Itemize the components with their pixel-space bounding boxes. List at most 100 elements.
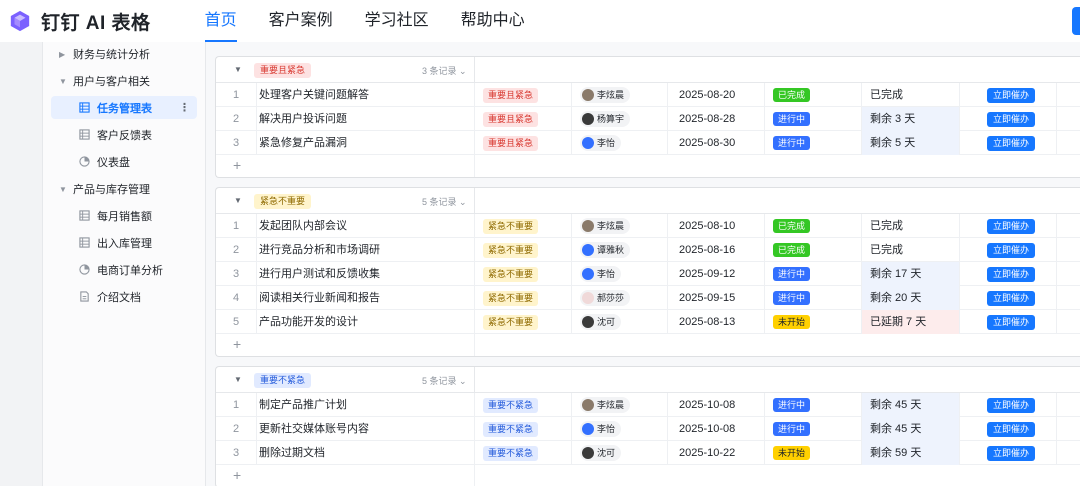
due-date[interactable]: 2025-08-28 (667, 107, 764, 131)
caret-down-icon[interactable]: ▼ (234, 196, 242, 205)
urge-button[interactable]: 立即催办 (987, 135, 1036, 151)
due-date[interactable]: 2025-10-08 (667, 393, 764, 417)
empty-cell[interactable] (1056, 107, 1080, 131)
empty-cell[interactable] (1056, 286, 1080, 310)
plus-icon[interactable]: + (233, 336, 241, 352)
task-title[interactable]: 阅读相关行业新闻和报告 (256, 286, 474, 310)
priority-cell[interactable]: 重要且紧急 (474, 131, 571, 155)
task-title[interactable]: 更新社交媒体账号内容 (256, 417, 474, 441)
priority-cell[interactable]: 重要且紧急 (474, 83, 571, 107)
due-date[interactable]: 2025-10-22 (667, 441, 764, 465)
record-count[interactable]: 5 条记录 ⌄ (422, 374, 467, 387)
due-date[interactable]: 2025-08-16 (667, 238, 764, 262)
priority-cell[interactable]: 重要不紧急 (474, 393, 571, 417)
urge-button[interactable]: 立即催办 (987, 87, 1036, 103)
table-row[interactable]: 1 处理客户关键问题解答 重要且紧急 李炫晨 2025-08-20 已完成 已完成 立即催办 (216, 83, 1080, 107)
nav-help-center[interactable]: 帮助中心 (461, 0, 525, 42)
record-count[interactable]: 5 条记录 ⌄ (422, 195, 467, 208)
due-date[interactable]: 2025-09-12 (667, 262, 764, 286)
due-date[interactable]: 2025-08-10 (667, 214, 764, 238)
owner-cell[interactable]: 沈可 (571, 310, 667, 334)
record-count[interactable]: 3 条记录 ⌄ (422, 64, 467, 77)
remaining-days[interactable]: 剩余 17 天 (861, 262, 959, 286)
table-row[interactable]: 2 进行竞品分析和市场调研 紧急不重要 谭雅秋 2025-08-16 已完成 已完成 立即催办 (216, 238, 1080, 262)
sidebar-item-dashboard[interactable]: 仪表盘 (51, 150, 197, 173)
priority-cell[interactable]: 紧急不重要 (474, 286, 571, 310)
table-row[interactable]: 1 制定产品推广计划 重要不紧急 李炫晨 2025-10-08 进行中 剩余 45 天 立即催… (216, 393, 1080, 417)
due-date[interactable]: 2025-08-20 (667, 83, 764, 107)
logo[interactable]: 钉钉 AI 表格 (9, 8, 151, 35)
caret-down-icon[interactable]: ▼ (234, 65, 242, 74)
status-cell[interactable]: 进行中 (764, 393, 861, 417)
urge-button[interactable]: 立即催办 (987, 242, 1036, 258)
priority-cell[interactable]: 重要不紧急 (474, 441, 571, 465)
owner-cell[interactable]: 杨算宇 (571, 107, 667, 131)
remaining-days[interactable]: 剩余 45 天 (861, 417, 959, 441)
due-date[interactable]: 2025-08-13 (667, 310, 764, 334)
plus-icon[interactable]: + (233, 157, 241, 173)
urge-button[interactable]: 立即催办 (987, 111, 1036, 127)
owner-cell[interactable]: 李炫晨 (571, 393, 667, 417)
urge-button[interactable]: 立即催办 (987, 290, 1036, 306)
task-title[interactable]: 紧急修复产品漏洞 (256, 131, 474, 155)
urge-button[interactable]: 立即催办 (987, 314, 1036, 330)
due-date[interactable]: 2025-10-08 (667, 417, 764, 441)
task-title[interactable]: 制定产品推广计划 (256, 393, 474, 417)
sidebar-item-ecommerce-analysis[interactable]: 电商订单分析 (51, 258, 197, 281)
due-date[interactable]: 2025-09-15 (667, 286, 764, 310)
sidebar-group-users[interactable]: ▼ 用户与客户相关 (59, 73, 150, 89)
status-cell[interactable]: 进行中 (764, 262, 861, 286)
table-row[interactable]: 3 进行用户测试和反馈收集 紧急不重要 李怡 2025-09-12 进行中 剩余 17 天 立… (216, 262, 1080, 286)
nav-customer-cases[interactable]: 客户案例 (269, 0, 333, 42)
priority-cell[interactable]: 重要不紧急 (474, 417, 571, 441)
priority-cell[interactable]: 紧急不重要 (474, 214, 571, 238)
status-cell[interactable]: 进行中 (764, 131, 861, 155)
urge-button[interactable]: 立即催办 (987, 218, 1036, 234)
status-cell[interactable]: 进行中 (764, 417, 861, 441)
status-cell[interactable]: 未开始 (764, 310, 861, 334)
sidebar-item-intro-doc[interactable]: 介绍文档 (51, 285, 197, 308)
priority-cell[interactable]: 紧急不重要 (474, 262, 571, 286)
empty-cell[interactable] (1056, 214, 1080, 238)
group-header[interactable]: ▼ 紧急不重要 5 条记录 ⌄ (216, 188, 1080, 214)
priority-cell[interactable]: 重要且紧急 (474, 107, 571, 131)
empty-cell[interactable] (1056, 310, 1080, 334)
sidebar-item-inventory[interactable]: 出入库管理 (51, 231, 197, 254)
remaining-days[interactable]: 已延期 7 天 (861, 310, 959, 334)
empty-cell[interactable] (1056, 83, 1080, 107)
priority-cell[interactable]: 紧急不重要 (474, 310, 571, 334)
empty-cell[interactable] (1056, 417, 1080, 441)
owner-cell[interactable]: 李炫晨 (571, 214, 667, 238)
task-title[interactable]: 发起团队内部会议 (256, 214, 474, 238)
urge-button[interactable]: 立即催办 (987, 266, 1036, 282)
group-header[interactable]: ▼ 重要且紧急 3 条记录 ⌄ (216, 57, 1080, 83)
due-date[interactable]: 2025-08-30 (667, 131, 764, 155)
empty-cell[interactable] (1056, 131, 1080, 155)
empty-cell[interactable] (1056, 238, 1080, 262)
sidebar-item-feedback-table[interactable]: 客户反馈表 (51, 123, 197, 146)
owner-cell[interactable]: 李怡 (571, 131, 667, 155)
group-header[interactable]: ▼ 重要不紧急 5 条记录 ⌄ (216, 367, 1080, 393)
table-row[interactable]: 3 删除过期文档 重要不紧急 沈可 2025-10-22 未开始 剩余 59 天 立即催办 (216, 441, 1080, 465)
add-record-row[interactable]: + (216, 155, 1080, 177)
empty-cell[interactable] (1056, 262, 1080, 286)
task-title[interactable]: 进行用户测试和反馈收集 (256, 262, 474, 286)
plus-icon[interactable]: + (233, 467, 241, 483)
table-row[interactable]: 3 紧急修复产品漏洞 重要且紧急 李怡 2025-08-30 进行中 剩余 5 天 立即催办 (216, 131, 1080, 155)
remaining-days[interactable]: 剩余 20 天 (861, 286, 959, 310)
urge-button[interactable]: 立即催办 (987, 421, 1036, 437)
nav-home[interactable]: 首页 (204, 0, 237, 42)
sidebar-group-finance[interactable]: ▶ 财务与统计分析 (59, 46, 150, 62)
owner-cell[interactable]: 李怡 (571, 417, 667, 441)
sidebar-group-products[interactable]: ▼ 产品与库存管理 (59, 181, 150, 197)
task-title[interactable]: 产品功能开发的设计 (256, 310, 474, 334)
owner-cell[interactable]: 李炫晨 (571, 83, 667, 107)
table-row[interactable]: 4 阅读相关行业新闻和报告 紧急不重要 郝莎莎 2025-09-15 进行中 剩余 20 天… (216, 286, 1080, 310)
status-cell[interactable]: 未开始 (764, 441, 861, 465)
table-row[interactable]: 5 产品功能开发的设计 紧急不重要 沈可 2025-08-13 未开始 已延期 7 天 立即催… (216, 310, 1080, 334)
priority-cell[interactable]: 紧急不重要 (474, 238, 571, 262)
remaining-days[interactable]: 已完成 (861, 83, 959, 107)
remaining-days[interactable]: 剩余 59 天 (861, 441, 959, 465)
owner-cell[interactable]: 谭雅秋 (571, 238, 667, 262)
add-record-row[interactable]: + (216, 334, 1080, 356)
